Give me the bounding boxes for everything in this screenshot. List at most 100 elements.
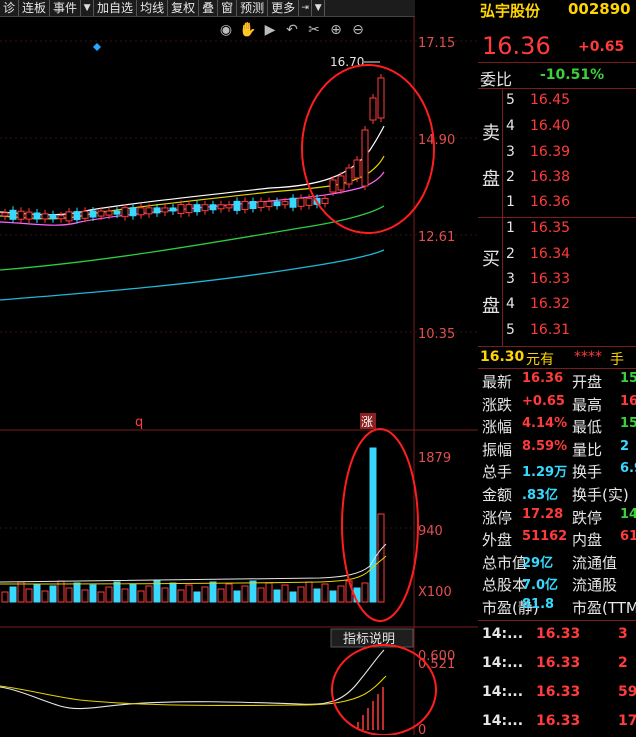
buy-price[interactable]: 16.33 xyxy=(530,271,570,287)
candle-body xyxy=(177,204,185,215)
volume-ma-line-2 xyxy=(0,543,387,583)
volume-bar xyxy=(321,583,329,603)
peak-price-label: 16.70 xyxy=(330,55,364,69)
candle-body xyxy=(241,200,249,210)
quote-label: 换手 xyxy=(572,463,603,482)
macd-bars xyxy=(357,687,384,730)
candle-body xyxy=(329,179,337,193)
divider xyxy=(478,620,636,621)
tick-price: 16.33 xyxy=(536,684,581,700)
quote-value: 14 xyxy=(620,506,636,522)
candle-body xyxy=(137,207,145,216)
notice-text: 元有 xyxy=(526,352,554,368)
volume-unit: X100 xyxy=(418,585,452,600)
volume-bar xyxy=(305,581,313,603)
candle-body xyxy=(129,207,137,217)
stock-name: 弘宇股份 xyxy=(480,2,541,20)
candle-body xyxy=(265,201,273,208)
notice-price: 16.30 xyxy=(480,349,525,365)
quote-label: 最高 xyxy=(572,395,603,414)
quote-label: 流通值 xyxy=(572,553,618,572)
quote-row: 最新 16.36 开盘 15 xyxy=(478,371,636,393)
candle-body xyxy=(81,210,89,219)
sell-price[interactable]: 16.39 xyxy=(530,144,570,160)
volume-bar xyxy=(65,587,73,603)
event-marker xyxy=(93,43,101,51)
notice-tail: 手 xyxy=(610,352,624,368)
volume-bar xyxy=(265,582,273,603)
volume-bar xyxy=(273,589,281,603)
volume-bar xyxy=(233,590,241,603)
buy-price[interactable]: 16.31 xyxy=(530,322,570,338)
buy-price[interactable]: 16.35 xyxy=(530,220,570,236)
quote-label: 换手(实) xyxy=(572,486,629,504)
candle-body xyxy=(89,210,97,218)
sell-level: 5 xyxy=(506,92,515,108)
quote-row: 总手 1.29万换手 6.9 xyxy=(478,461,636,483)
volume-bar xyxy=(145,585,153,603)
quote-label: 量比 xyxy=(572,440,603,459)
sell-price[interactable]: 16.40 xyxy=(530,118,570,134)
volume-bar xyxy=(217,588,225,603)
volume-bar xyxy=(9,586,17,603)
sell-price[interactable]: 16.36 xyxy=(530,194,570,210)
price-tick: 17.15 xyxy=(418,36,455,51)
volume-bar xyxy=(209,581,217,603)
quote-row: 涨幅 4.14% 最低 15 xyxy=(478,416,636,438)
candle-body xyxy=(41,213,49,220)
volume-bar xyxy=(81,589,89,603)
quote-value: 16 xyxy=(620,393,636,409)
candle-body xyxy=(145,207,153,215)
quote-value: .83亿 xyxy=(522,488,559,503)
quote-row: 涨停 17.28 跌停 14 xyxy=(478,507,636,529)
sell-price[interactable]: 16.38 xyxy=(530,169,570,185)
buy-price[interactable]: 16.34 xyxy=(530,246,570,262)
tick-vol: 2 xyxy=(618,655,628,671)
buy-price[interactable]: 16.32 xyxy=(530,296,570,312)
quote-value: 2 xyxy=(620,438,630,454)
weibi-label: 委比 xyxy=(480,70,513,89)
volume-bar xyxy=(73,582,81,603)
tick-time: 14:... xyxy=(482,713,524,729)
quote-label: 总股本 xyxy=(482,576,528,595)
quote-label: 外盘 xyxy=(482,531,513,550)
quote-value: 7.0亿 xyxy=(522,578,559,594)
kline-chart[interactable]: 17.15 14.90 12.61 10.35 1879 940 X100 0.… xyxy=(0,0,478,735)
buy-level: 1 xyxy=(506,220,515,236)
quote-label: 跌停 xyxy=(572,508,603,527)
candle-body xyxy=(249,201,257,209)
candle-body xyxy=(33,212,41,220)
volume-bar xyxy=(1,591,9,603)
limit-up-mark: 涨 xyxy=(361,414,373,429)
quote-label: 市盈(TTM) xyxy=(572,599,636,617)
candle-body xyxy=(153,207,161,214)
tick-vol: 17 xyxy=(618,713,636,729)
quote-value: 81.8 xyxy=(522,597,555,612)
volume-bar xyxy=(89,584,97,603)
candle-body xyxy=(209,204,217,211)
candle-body xyxy=(17,210,25,220)
quote-row: 总市值 29亿 流通值 xyxy=(478,552,636,574)
quote-value: 29亿 xyxy=(522,555,554,571)
tick-time: 14:... xyxy=(482,684,524,700)
candle-body xyxy=(1,212,9,217)
candle-body xyxy=(257,201,265,209)
indicator-tick: 0 xyxy=(418,723,426,735)
volume-bar xyxy=(185,584,193,603)
sell-level: 4 xyxy=(506,118,515,134)
quote-label: 涨跌 xyxy=(482,395,513,414)
sell-price[interactable]: 16.45 xyxy=(530,92,570,108)
candle-body xyxy=(169,207,177,212)
buy-level: 4 xyxy=(506,296,515,312)
candle-body xyxy=(65,211,73,222)
volume-bar xyxy=(193,591,201,603)
tick-vol: 59 xyxy=(618,684,636,700)
volume-bar xyxy=(33,583,41,603)
candle-body xyxy=(225,204,233,209)
candle-body xyxy=(105,210,113,216)
volume-bar xyxy=(113,581,121,603)
quote-value: 4.14% xyxy=(522,416,568,432)
quote-value: +0.65 xyxy=(522,393,565,409)
candle-body xyxy=(321,197,329,204)
indicator-tick: 0.521 xyxy=(418,657,455,672)
